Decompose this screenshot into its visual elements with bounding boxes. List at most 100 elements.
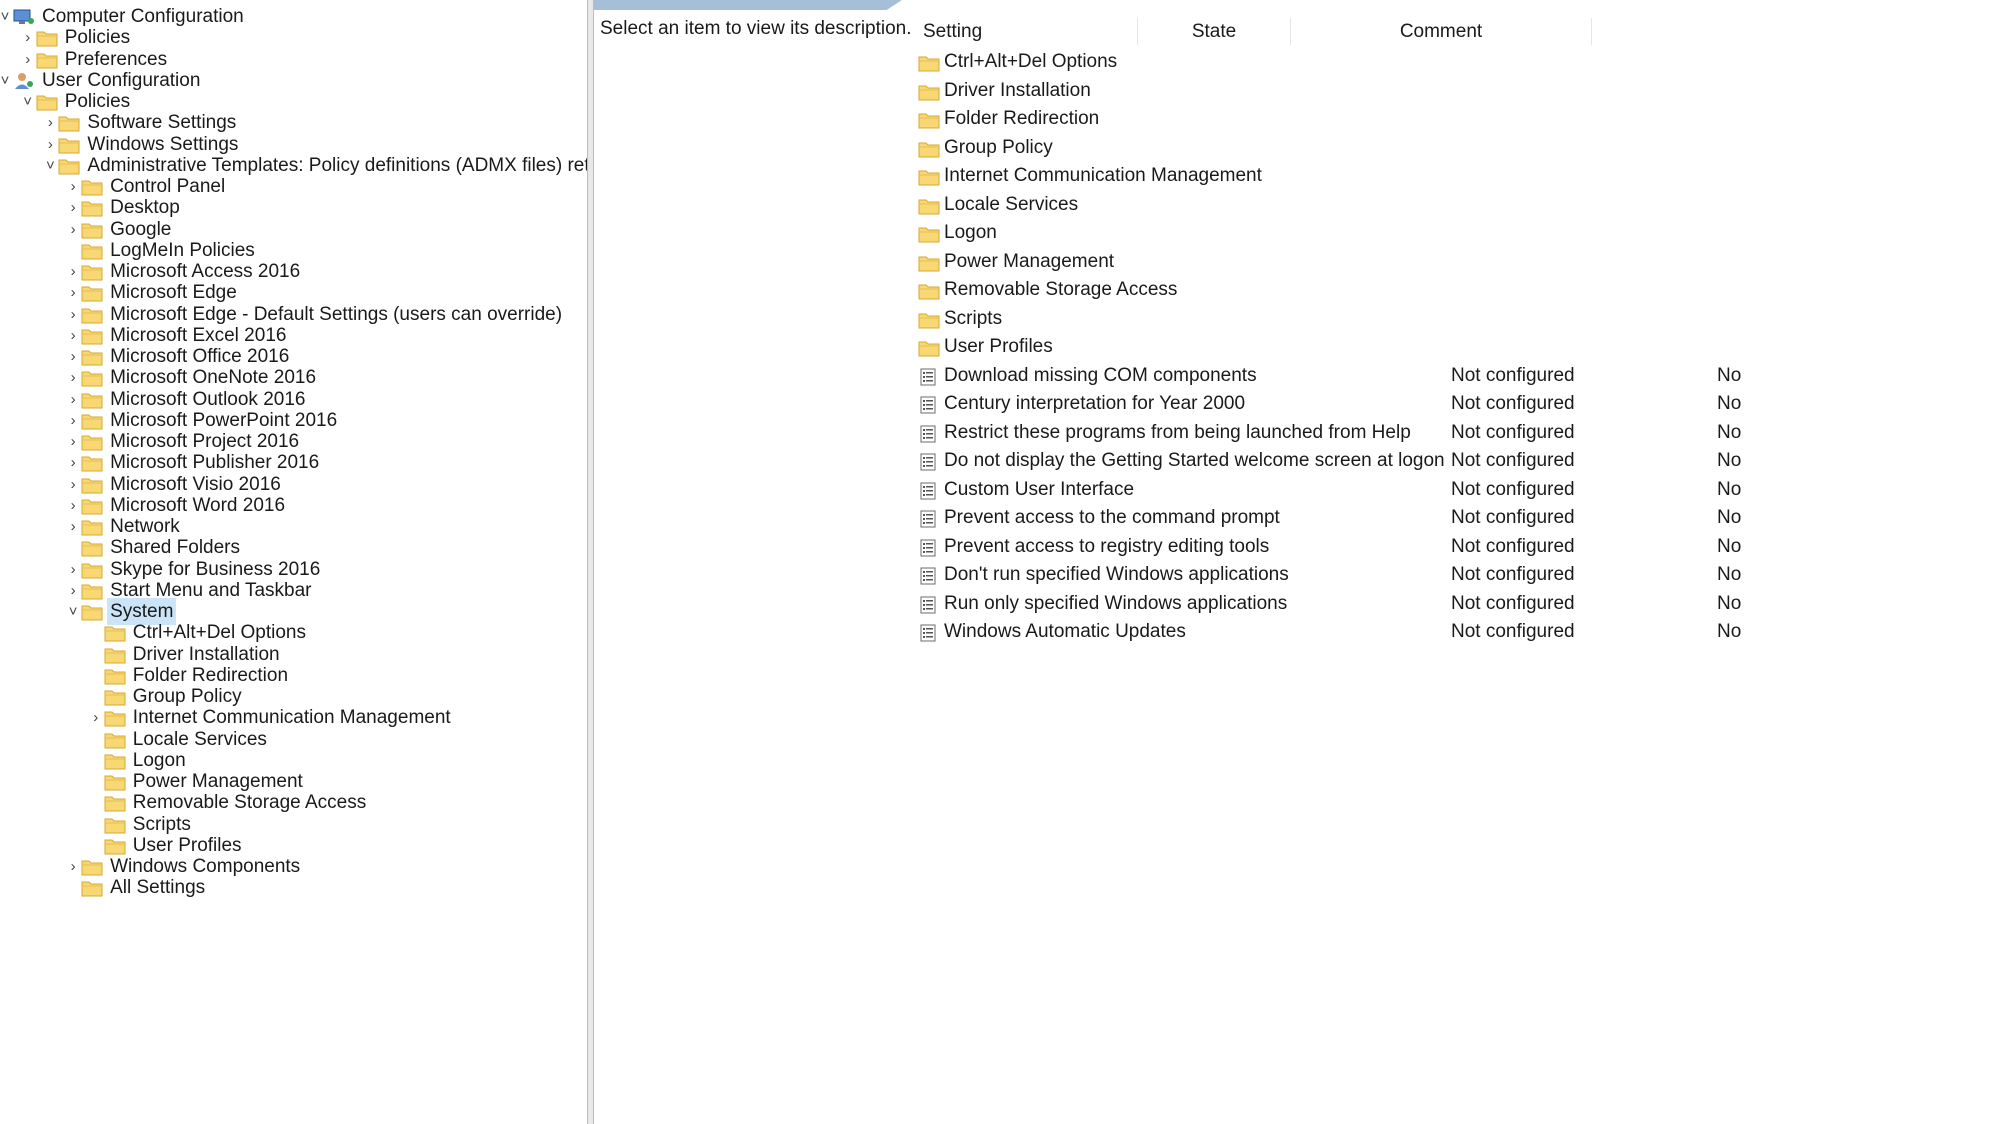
- setting-name: Driver Installation: [944, 79, 1091, 101]
- settings-folder-row[interactable]: Locale Services: [594, 191, 1993, 219]
- setting-comment: No: [1717, 393, 1742, 414]
- settings-folder-row[interactable]: Driver Installation: [594, 77, 1993, 105]
- settings-folder-row[interactable]: Logon: [594, 219, 1993, 247]
- setting-state: Not configured: [1451, 478, 1575, 500]
- folder-icon: [81, 241, 103, 260]
- setting-state: Not configured: [1451, 564, 1575, 585]
- folder-icon: [58, 156, 80, 175]
- setting-name: Century interpretation for Year 2000: [944, 393, 1246, 414]
- setting-comment: No: [1717, 621, 1742, 642]
- setting-name: Ctrl+Alt+Del Options: [944, 51, 1118, 72]
- folder-icon: [918, 167, 940, 186]
- pane-splitter[interactable]: [587, 0, 594, 1124]
- folder-icon: [81, 390, 103, 408]
- folder-icon: [36, 50, 58, 68]
- settings-folder-row[interactable]: Removable Storage Access: [594, 276, 1993, 304]
- setting-name: Prevent access to registry editing tools: [944, 535, 1270, 557]
- folder-icon: [81, 432, 103, 451]
- setting-comment: No: [1717, 564, 1742, 585]
- folder-icon: [918, 253, 940, 271]
- settings-folder-row[interactable]: Group Policy: [594, 134, 1993, 162]
- settings-policy-row[interactable]: Custom User Interface Not configured No: [594, 476, 1993, 504]
- column-header-state[interactable]: State: [1138, 18, 1291, 45]
- folder-icon: [918, 310, 940, 328]
- settings-policy-row[interactable]: Century interpretation for Year 2000 Not …: [594, 390, 1993, 418]
- setting-name: Internet Communication Management: [944, 165, 1262, 186]
- folder-icon: [36, 92, 58, 111]
- policy-icon: [918, 623, 938, 642]
- tree-item-all-settings[interactable]: All Settings: [0, 874, 587, 901]
- setting-name: Group Policy: [944, 136, 1053, 158]
- settings-folder-row[interactable]: User Profiles: [594, 333, 1993, 361]
- folder-icon: [918, 281, 940, 300]
- folder-icon: [81, 283, 103, 302]
- settings-policy-row[interactable]: Restrict these programs from being launc…: [594, 419, 1993, 447]
- policy-icon: [918, 367, 938, 385]
- folder-icon: [104, 708, 126, 727]
- setting-name: Scripts: [944, 307, 1003, 329]
- description-text: Select an item to view its description.: [600, 18, 912, 39]
- folder-icon: [81, 262, 103, 281]
- folder-icon: [918, 338, 940, 357]
- setting-name: Run only specified Windows applications: [944, 592, 1288, 614]
- settings-folder-row[interactable]: Scripts: [594, 305, 1993, 333]
- settings-policy-row[interactable]: Download missing COM components Not confi…: [594, 362, 1993, 390]
- folder-icon: [81, 475, 103, 493]
- column-header-setting[interactable]: Setting: [914, 18, 1138, 45]
- setting-state: Not configured: [1451, 421, 1575, 443]
- folder-icon: [918, 53, 940, 72]
- settings-policy-row[interactable]: Windows Automatic Updates Not configured N…: [594, 618, 1993, 646]
- folder-icon: [81, 368, 103, 387]
- folder-icon: [104, 645, 126, 663]
- folder-icon: [918, 82, 940, 100]
- setting-name: Windows Automatic Updates: [944, 621, 1186, 642]
- policy-icon: [918, 452, 938, 471]
- settings-folder-row[interactable]: Internet Communication Management: [594, 162, 1993, 190]
- settings-folder-row[interactable]: Folder Redirection: [594, 105, 1993, 133]
- policy-icon: [918, 595, 938, 613]
- folder-icon: [36, 28, 58, 47]
- settings-folder-row[interactable]: Ctrl+Alt+Del Options: [594, 48, 1993, 76]
- folder-icon: [104, 793, 126, 812]
- folder-icon: [104, 836, 126, 855]
- settings-policy-row[interactable]: Don't run specified Windows applications…: [594, 561, 1993, 589]
- settings-policy-row[interactable]: Prevent access to the command prompt Not …: [594, 504, 1993, 532]
- folder-icon: [104, 666, 126, 685]
- setting-name: Prevent access to the command prompt: [944, 507, 1280, 528]
- folder-icon: [81, 857, 103, 876]
- setting-comment: No: [1717, 478, 1742, 500]
- settings-policy-row[interactable]: Run only specified Windows applications N…: [594, 590, 1993, 618]
- folder-icon: [104, 687, 126, 706]
- user-config-icon: [13, 71, 35, 89]
- setting-name: Folder Redirection: [944, 108, 1100, 129]
- settings-policy-row[interactable]: Prevent access to registry editing tools…: [594, 533, 1993, 561]
- folder-icon: [81, 305, 103, 323]
- setting-state: Not configured: [1451, 364, 1575, 386]
- selected-tab-stub: [594, 0, 902, 10]
- setting-comment: No: [1717, 421, 1742, 443]
- setting-name: Logon: [944, 222, 997, 243]
- setting-name: Locale Services: [944, 193, 1079, 215]
- policy-icon: [918, 566, 938, 585]
- setting-name: Power Management: [944, 250, 1115, 272]
- setting-name: User Profiles: [944, 336, 1053, 357]
- computer-config-icon: [13, 7, 35, 25]
- settings-policy-row[interactable]: Do not display the Getting Started welco…: [594, 447, 1993, 475]
- setting-name: Download missing COM components: [944, 364, 1257, 386]
- folder-icon: [918, 196, 940, 214]
- folder-icon: [104, 751, 126, 770]
- folder-icon: [104, 623, 126, 642]
- policy-icon: [918, 509, 938, 528]
- settings-folder-row[interactable]: Power Management: [594, 248, 1993, 276]
- folder-icon: [104, 730, 126, 748]
- setting-state: Not configured: [1451, 450, 1575, 471]
- folder-icon: [81, 411, 103, 430]
- policy-icon: [918, 538, 938, 556]
- setting-name: Don't run specified Windows applications: [944, 564, 1289, 585]
- folder-icon: [918, 139, 940, 157]
- column-header-comment[interactable]: Comment: [1291, 18, 1592, 45]
- setting-comment: No: [1717, 364, 1742, 386]
- setting-comment: No: [1717, 592, 1742, 614]
- setting-state: Not configured: [1451, 592, 1575, 614]
- folder-icon: [104, 815, 126, 833]
